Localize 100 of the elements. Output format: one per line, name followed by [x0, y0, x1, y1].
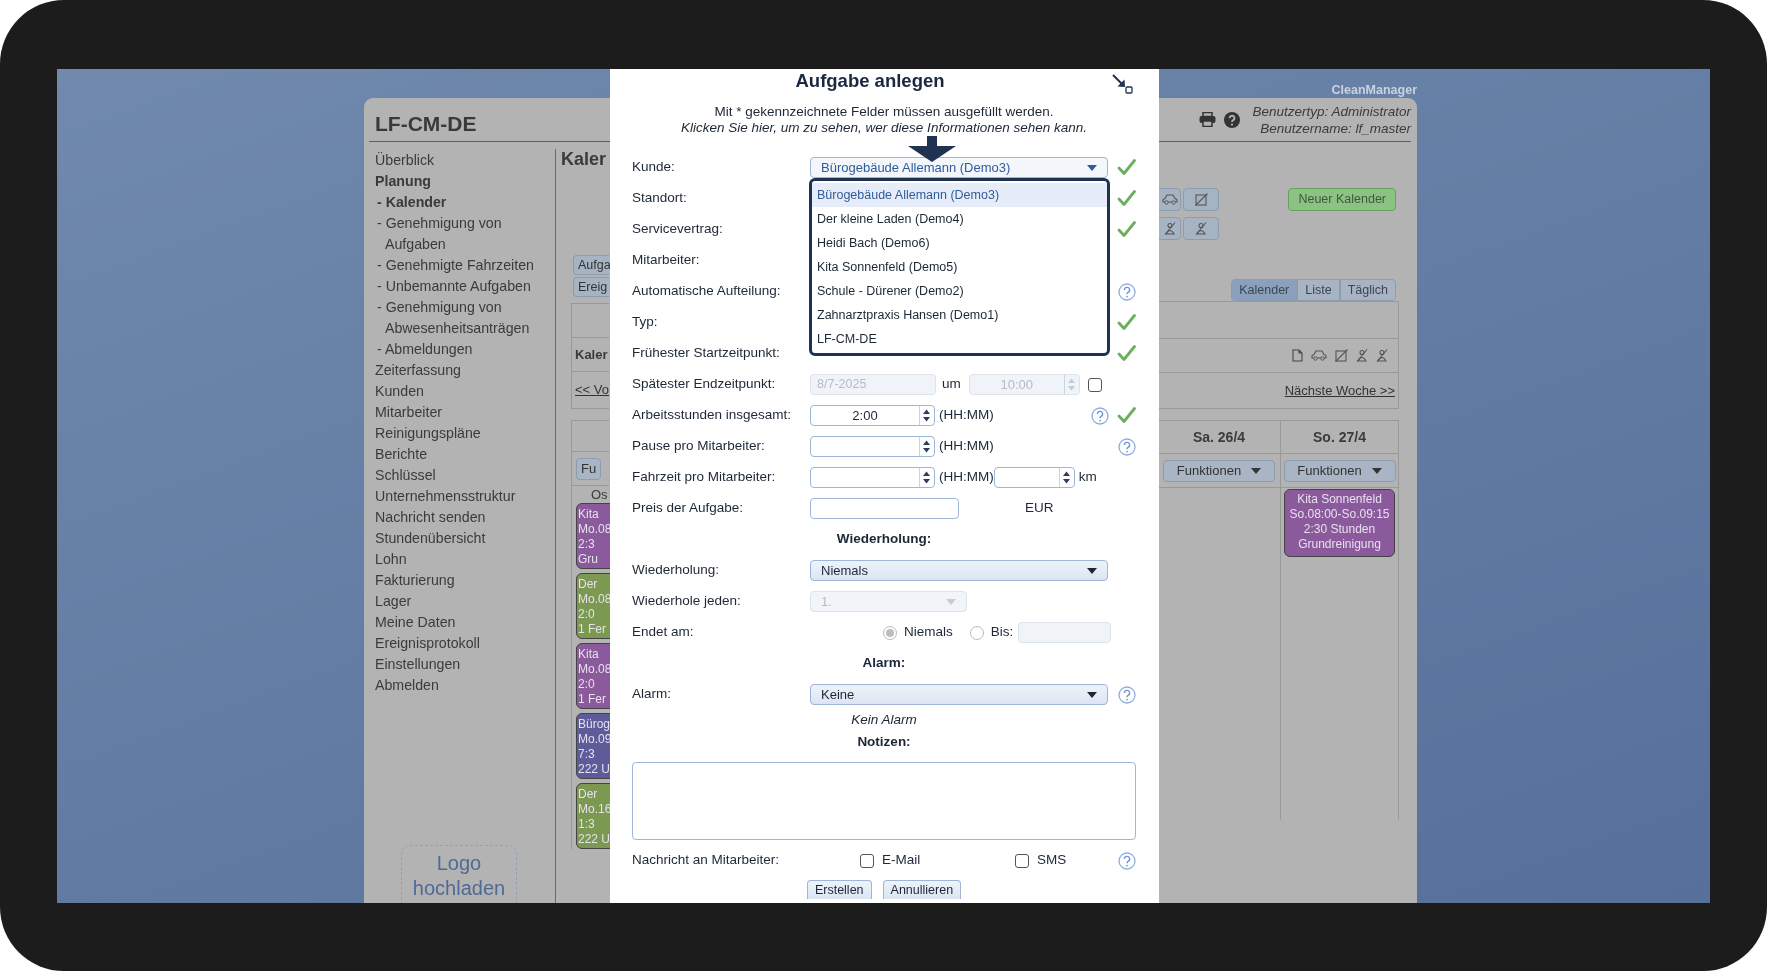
toolbar-button[interactable]: Ereig — [573, 277, 609, 297]
sidebar-item[interactable]: Zeiterfassung — [375, 360, 547, 381]
number-field[interactable] — [993, 467, 1075, 488]
sidebar-item[interactable]: - Kalender — [375, 192, 547, 213]
dropdown-option[interactable]: LF-CM-DE — [812, 327, 1107, 351]
field-label: Pause pro Mitarbeiter: — [632, 437, 766, 456]
currency-label: EUR — [1025, 499, 1054, 518]
sidebar-item[interactable]: Abmelden — [375, 675, 547, 696]
sidebar-item[interactable]: - Genehmigung von Aufgaben — [375, 213, 547, 255]
functions-button[interactable]: Funktionen — [1283, 459, 1396, 482]
dropdown-select[interactable]: Keine — [810, 684, 1108, 705]
caret-icon — [946, 598, 956, 605]
section-heading: Wiederholung: — [836, 530, 932, 549]
dropdown-option[interactable]: Schule - Dürener (Demo2) — [812, 279, 1107, 303]
visibility-link[interactable]: Klicken Sie hier, um zu sehen, wer diese Informationen sehen kann. — [632, 120, 1136, 136]
field-label: Arbeitsstunden insgesamt: — [632, 406, 793, 425]
file-icon — [1292, 349, 1303, 362]
next-week-link[interactable]: Nächste Woche >> — [1284, 380, 1395, 401]
field-label: Standort: — [632, 189, 688, 208]
printer-icon — [1199, 112, 1217, 127]
field-label: Wiederhole jeden: — [632, 592, 742, 611]
toolbar-button[interactable] — [1158, 217, 1181, 240]
crossed-person-icon — [1356, 349, 1368, 362]
dropdown-select[interactable]: Niemals — [810, 560, 1108, 581]
sidebar-item[interactable]: Mitarbeiter — [375, 402, 547, 423]
help-icon[interactable] — [1118, 685, 1136, 704]
notes-field[interactable] — [632, 762, 1136, 840]
sidebar-item[interactable]: Unternehmensstruktur — [375, 486, 547, 507]
checkbox[interactable] — [1015, 853, 1029, 868]
number-field[interactable]: 2:00 — [810, 405, 935, 426]
date-field[interactable] — [1018, 622, 1112, 643]
dialog-button[interactable]: Erstellen — [806, 880, 872, 899]
dropdown-option[interactable]: Zahnarztpraxis Hansen (Demo1) — [812, 303, 1107, 327]
sidebar-item[interactable]: Einstellungen — [375, 654, 547, 675]
car-icon — [1311, 350, 1327, 361]
sidebar-item[interactable]: - Abmeldungen — [375, 339, 547, 360]
view-tab[interactable]: Kalender — [1231, 279, 1298, 301]
sidebar-item[interactable]: Überblick — [375, 150, 547, 171]
unit-label: (HH:MM) — [939, 406, 994, 425]
connector-label: um — [942, 375, 961, 394]
toolbar-button[interactable] — [1183, 217, 1219, 240]
view-tab[interactable]: Liste — [1297, 279, 1340, 301]
price-field[interactable] — [810, 498, 959, 519]
sidebar-item[interactable]: Fakturierung — [375, 570, 547, 591]
functions-button[interactable]: Fu — [576, 457, 602, 480]
field-label: Wiederholung: — [632, 561, 721, 580]
help-icon[interactable] — [1118, 437, 1136, 456]
field-label: Nachricht an Mitarbeiter: — [632, 851, 781, 870]
sidebar-item[interactable]: - Genehmigte Fahrzeiten — [375, 255, 547, 276]
day-header: So. 27/4 — [1313, 429, 1366, 445]
number-field[interactable] — [810, 467, 935, 488]
dialog-button[interactable]: Annullieren — [882, 880, 962, 899]
dropdown-option[interactable]: Bürogebäude Allemann (Demo3) — [812, 183, 1107, 207]
section-heading: Alarm: — [862, 654, 906, 673]
functions-button[interactable]: Funktionen — [1163, 459, 1275, 482]
sidebar-item[interactable]: Schlüssel — [375, 465, 547, 486]
field-label: Kunde: — [632, 158, 676, 177]
field-label: Alarm: — [632, 685, 672, 704]
help-icon[interactable] — [1091, 406, 1109, 425]
option-label: E-Mail — [882, 851, 921, 870]
sidebar-item[interactable]: Kunden — [375, 381, 547, 402]
checkbox[interactable] — [860, 853, 874, 868]
sidebar-item[interactable]: Lager — [375, 591, 547, 612]
dropdown-select[interactable]: Bürogebäude Allemann (Demo3) — [810, 157, 1108, 178]
sidebar-item[interactable]: Meine Daten — [375, 612, 547, 633]
field-label: Endet am: — [632, 623, 695, 642]
field-label: Fahrzeit pro Mitarbeiter: — [632, 468, 777, 487]
section-heading: Notizen: — [857, 732, 911, 751]
toolbar-button[interactable]: Aufga — [573, 255, 609, 275]
sidebar-item[interactable]: - Genehmigung von Abwesenheitsanträgen — [375, 297, 547, 339]
hint-text: Kein Alarm — [851, 710, 917, 729]
field-label: Automatische Aufteilung: — [632, 282, 782, 301]
help-icon[interactable] — [1118, 851, 1136, 870]
sidebar-item[interactable]: Planung — [375, 171, 547, 192]
sidebar-item[interactable]: Berichte — [375, 444, 547, 465]
sidebar-item[interactable]: Ereignisprotokoll — [375, 633, 547, 654]
caret-icon — [1087, 567, 1097, 574]
dropdown-option[interactable]: Kita Sonnenfeld (Demo5) — [812, 255, 1107, 279]
new-calendar-button[interactable]: Neuer Kalender — [1288, 188, 1396, 211]
caret-icon — [1251, 467, 1262, 474]
number-field[interactable] — [810, 436, 935, 457]
sidebar-item[interactable]: Stundenübersicht — [375, 528, 547, 549]
event-card[interactable]: Kita Sonnenfeld So.08:00-So.09:15 2:30 Stunden Grundreinigung — [1284, 489, 1395, 557]
previous-week-link[interactable]: << Vo — [575, 380, 609, 400]
field-label: Servicevertrag: — [632, 220, 724, 239]
sidebar-item[interactable]: Reinigungspläne — [375, 423, 547, 444]
sidebar-item[interactable]: - Unbemannte Aufgaben — [375, 276, 547, 297]
calendar-subtitle: Kaler — [575, 345, 608, 364]
user-name-text: Benutzername: lf_master — [1259, 119, 1411, 137]
toolbar-button[interactable] — [1158, 188, 1181, 211]
app-title: LF-CM-DE — [375, 110, 477, 137]
sidebar-item[interactable]: Nachricht senden — [375, 507, 547, 528]
dropdown-option[interactable]: Heidi Bach (Demo6) — [812, 231, 1107, 255]
view-tab[interactable]: Täglich — [1339, 279, 1396, 301]
help-icon[interactable] — [1118, 282, 1136, 301]
sidebar-item[interactable]: Lohn — [375, 549, 547, 570]
dropdown-option[interactable]: Der kleine Laden (Demo4) — [812, 207, 1107, 231]
resize-icon[interactable] — [1112, 74, 1133, 94]
caret-icon — [1087, 691, 1097, 698]
unit-label: km — [1078, 468, 1097, 487]
